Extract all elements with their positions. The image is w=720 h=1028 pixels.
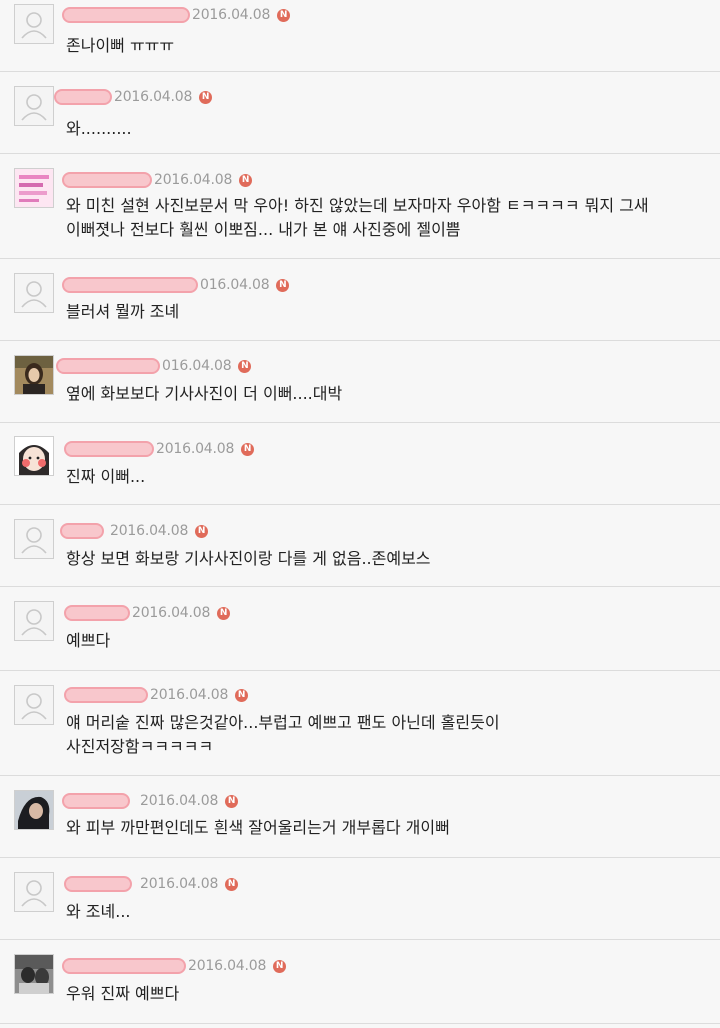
comment-text: 예쁘다 xyxy=(66,631,111,650)
comment-meta: 2016.04.08 N xyxy=(64,684,249,706)
comment-meta: 016.04.08 N xyxy=(56,355,252,377)
comment-item: 2016.04.08 N 예쁘다 xyxy=(0,587,720,671)
comment-meta: 2016.04.08 N xyxy=(62,955,287,977)
comment-meta: 2016.04.08 N xyxy=(62,169,253,191)
default-avatar-icon[interactable] xyxy=(14,601,54,641)
comment-item: 2016.04.08 N 항상 보면 화보랑 기사사진이랑 다를 게 없음..존… xyxy=(0,505,720,587)
naver-badge-icon: N xyxy=(276,278,290,292)
photo-avatar-cartoon-icon[interactable] xyxy=(14,436,54,476)
naver-badge-icon: N xyxy=(273,959,287,973)
redacted-username xyxy=(62,172,152,188)
default-avatar-icon[interactable] xyxy=(14,4,54,44)
redacted-username xyxy=(54,89,112,105)
comment-item: 2016.04.08 N 얘 머리숱 진짜 많은것같아...부럽고 예쁘고 팬도… xyxy=(0,671,720,776)
default-avatar-icon[interactable] xyxy=(14,273,54,313)
comment-text: 우워 진짜 예쁘다 xyxy=(66,984,180,1003)
comment-text: 와.......... xyxy=(66,119,132,138)
comment-meta: 2016.04.08 N xyxy=(60,520,209,542)
comment-date: 2016.04.08 xyxy=(140,793,219,809)
comment-text: 존나이뻐 ㅠㅠㅠ xyxy=(66,36,175,55)
redacted-username xyxy=(64,605,130,621)
default-avatar-icon[interactable] xyxy=(14,519,54,559)
redacted-username xyxy=(60,523,104,539)
comment-item: 016.04.08 N 옆에 화보보다 기사사진이 더 이뻐....대박 xyxy=(0,341,720,423)
comment-item: 2016.04.08 N 우워 진짜 예쁘다 xyxy=(0,940,720,1024)
comment-date: 2016.04.08 xyxy=(192,7,271,23)
redacted-username xyxy=(56,358,160,374)
comment-text: 옆에 화보보다 기사사진이 더 이뻐....대박 xyxy=(66,384,343,403)
comment-item: 2016.04.08 N 와 조녜... xyxy=(0,858,720,940)
comment-date: 2016.04.08 xyxy=(140,876,219,892)
comment-date: 2016.04.08 xyxy=(154,172,233,188)
comment-date: 016.04.08 xyxy=(200,277,270,293)
comment-item: 2016.04.08 N 와.......... xyxy=(0,72,720,154)
comment-item: 2016.04.08 N 와 미친 설현 사진보문서 막 우아! 하진 않았는데… xyxy=(0,154,720,259)
comment-meta: 2016.04.08 N xyxy=(64,873,239,895)
comment-date: 2016.04.08 xyxy=(188,958,267,974)
comment-date: 2016.04.08 xyxy=(110,523,189,539)
comment-date: 2016.04.08 xyxy=(132,605,211,621)
naver-badge-icon: N xyxy=(225,794,239,808)
default-avatar-icon[interactable] xyxy=(14,872,54,912)
naver-badge-icon: N xyxy=(199,90,213,104)
naver-badge-icon: N xyxy=(225,877,239,891)
comment-text: 와 미친 설현 사진보문서 막 우아! 하진 않았는데 보자마자 우아함 ㅌㅋㅋ… xyxy=(66,196,649,239)
naver-badge-icon: N xyxy=(238,359,252,373)
comment-item: 2016.04.08 N 진짜 이뻐... xyxy=(0,423,720,505)
default-avatar-icon[interactable] xyxy=(14,685,54,725)
comment-text: 항상 보면 화보랑 기사사진이랑 다를 게 없음..존예보스 xyxy=(66,549,431,568)
redacted-username xyxy=(64,687,148,703)
comment-text: 진짜 이뻐... xyxy=(66,467,146,486)
naver-badge-icon: N xyxy=(241,442,255,456)
comment-text: 와 조녜... xyxy=(66,902,131,921)
comment-date: 2016.04.08 xyxy=(156,441,235,457)
photo-avatar-dark-icon[interactable] xyxy=(14,790,54,830)
redacted-username xyxy=(62,277,198,293)
redacted-username xyxy=(62,7,190,23)
comment-date: 2016.04.08 xyxy=(114,89,193,105)
comment-meta: 2016.04.08 N xyxy=(62,790,239,812)
redacted-username xyxy=(64,876,132,892)
pink-sticker-avatar-icon[interactable] xyxy=(14,168,54,208)
redacted-username xyxy=(64,441,154,457)
comment-meta: 2016.04.08 N xyxy=(64,438,255,460)
comment-text: 얘 머리숱 진짜 많은것같아...부럽고 예쁘고 팬도 아닌데 홀린듯이 사진저… xyxy=(66,713,500,756)
comment-item: 016.04.08 N 블러셔 뭘까 조녜 xyxy=(0,259,720,341)
naver-badge-icon: N xyxy=(239,173,253,187)
comment-meta: 016.04.08 N xyxy=(62,274,290,296)
photo-avatar-woman-icon[interactable] xyxy=(14,355,54,395)
naver-badge-icon: N xyxy=(195,524,209,538)
comment-text: 와 피부 까만편인데도 흰색 잘어울리는거 개부롭다 개이뻐 xyxy=(66,818,450,837)
naver-badge-icon: N xyxy=(277,8,291,22)
photo-avatar-bw-icon[interactable] xyxy=(14,954,54,994)
comment-item: 2016.04.08 N 와 피부 까만편인데도 흰색 잘어울리는거 개부롭다 … xyxy=(0,776,720,858)
comment-date: 2016.04.08 xyxy=(150,687,229,703)
redacted-username xyxy=(62,793,130,809)
comment-meta: 2016.04.08 N xyxy=(54,86,213,108)
comment-text: 블러셔 뭘까 조녜 xyxy=(66,302,180,321)
comment-item: 2016.04.08 N 존나이뻐 ㅠㅠㅠ xyxy=(0,0,720,72)
naver-badge-icon: N xyxy=(217,606,231,620)
naver-badge-icon: N xyxy=(235,688,249,702)
default-avatar-icon[interactable] xyxy=(14,86,54,126)
comment-meta: 2016.04.08 N xyxy=(62,4,291,26)
comment-meta: 2016.04.08 N xyxy=(64,602,231,624)
comment-date: 016.04.08 xyxy=(162,358,232,374)
redacted-username xyxy=(62,958,186,974)
